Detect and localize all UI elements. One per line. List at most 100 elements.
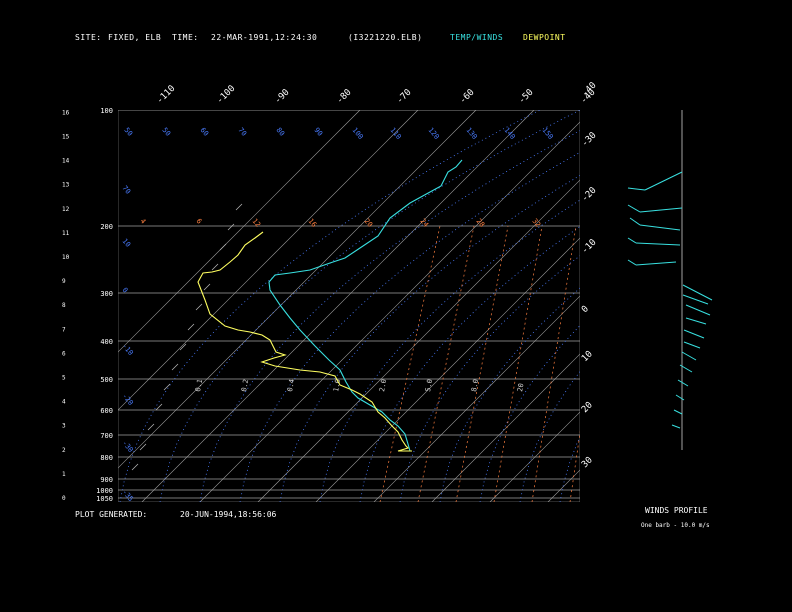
theta-label: 60: [198, 126, 210, 138]
grid-tick: [131, 463, 139, 471]
isotherm-line: [141, 110, 535, 502]
wind-barb: [635, 261, 677, 266]
top-temp-label: -110: [155, 84, 177, 106]
wind-barb: [671, 424, 681, 429]
pressure-label: 200: [100, 223, 113, 231]
isotherm-line: [431, 353, 580, 502]
mixing-ratio-label: 4: [138, 217, 147, 225]
wind-barb: [629, 217, 641, 226]
right-temp-label: 30: [580, 455, 595, 470]
theta-label: -20: [120, 392, 134, 407]
wind-barb: [639, 207, 683, 213]
wind-barb: [685, 304, 711, 316]
theta-label: 70: [120, 184, 132, 196]
pressure-label: 700: [100, 432, 113, 440]
dry-adiabat: [439, 287, 580, 502]
isotherm-line: [315, 237, 580, 502]
wind-profile: [627, 110, 713, 450]
theta-label: 100: [350, 126, 364, 141]
pressure-label: 600: [100, 407, 113, 415]
left-scale-label: 7: [62, 326, 66, 333]
label-layer: 0123456789101112131415161050100090080070…: [62, 81, 599, 503]
left-scale-label: 16: [62, 109, 70, 116]
theta-label: 150: [540, 126, 554, 141]
wind-barb: [627, 187, 646, 191]
theta-label: 90: [312, 126, 324, 138]
wind-barb: [635, 242, 681, 246]
isotherm-line: [118, 110, 477, 469]
wind-barb: [627, 237, 637, 244]
isotherm-line: [664, 110, 792, 502]
theta-label: 10: [120, 237, 132, 249]
mixing-ratio-label: 6: [194, 217, 203, 225]
theta-label: 110: [388, 126, 402, 141]
theta-label: 50: [122, 126, 134, 138]
grid-layer: [118, 110, 792, 502]
generated-label: PLOT GENERATED:: [75, 510, 148, 519]
left-scale-label: 3: [62, 423, 66, 430]
isotherm-line: [722, 110, 792, 502]
mixing-ratio-label: 5.0: [424, 378, 434, 392]
dry-adiabat: [319, 199, 580, 502]
grid-tick: [163, 383, 171, 391]
pressure-label: 300: [100, 290, 113, 298]
left-scale-label: 5: [62, 375, 66, 382]
left-scale-label: 12: [62, 206, 70, 213]
isotherm-line: [373, 295, 580, 502]
right-temp-label: -20: [580, 186, 599, 205]
theta-label: 130: [464, 126, 478, 141]
mixing-ratio-label: 0.1: [194, 378, 204, 392]
top-temp-label: -70: [395, 88, 414, 107]
wind-barb: [683, 329, 705, 339]
wind-barb: [627, 204, 641, 213]
isotherm-line: [489, 411, 580, 502]
theta-label: 140: [502, 126, 516, 141]
top-temp-label: -60: [458, 88, 477, 107]
grid-tick: [211, 263, 219, 271]
left-scale-label: 9: [62, 278, 66, 285]
theta-label: 50: [160, 126, 172, 138]
mixing-ratio-label: 24: [418, 217, 430, 229]
top-temp-label: -80: [335, 88, 354, 107]
top-temp-label: -100: [215, 84, 237, 106]
theta-label: -35: [120, 488, 134, 503]
left-scale-label: 0: [62, 495, 66, 502]
wind-barb: [683, 341, 701, 349]
dry-adiabat: [159, 110, 580, 502]
mixing-ratio-label: 16: [306, 217, 318, 229]
plot-frame: [118, 110, 580, 502]
mixing-ratio-label: 28: [474, 217, 486, 229]
pressure-label: 1000: [96, 487, 113, 495]
pressure-label: 500: [100, 376, 113, 384]
isotherm-line: [118, 110, 419, 411]
pressure-label: 400: [100, 338, 113, 346]
grid-tick: [171, 363, 179, 371]
dry-adiabat: [600, 110, 792, 502]
grid-tick: [219, 243, 227, 251]
left-scale-label: 14: [62, 158, 70, 165]
theta-label: 70: [236, 126, 248, 138]
winds-profile-title: WINDS PROFILE: [645, 506, 708, 515]
isotherm-line: [118, 110, 361, 353]
mixing-ratio-line: [417, 225, 475, 502]
pressure-label: 100: [100, 107, 113, 115]
dry-adiabat: [519, 370, 580, 502]
theta-label: 120: [426, 126, 440, 141]
wind-barb: [682, 284, 713, 301]
left-scale-label: 1: [62, 471, 66, 478]
mixing-ratio-line: [379, 225, 441, 502]
wind-barb: [639, 224, 681, 231]
theta-label: 80: [274, 126, 286, 138]
grid-tick: [227, 223, 235, 231]
grid-tick: [187, 323, 195, 331]
right-temp-label: 20: [580, 400, 595, 415]
mixing-ratio-label: 12: [250, 217, 262, 229]
mixing-ratio-label: 0.4: [286, 378, 296, 392]
wind-barb: [675, 394, 685, 401]
mixing-ratio-label: 32: [530, 217, 542, 229]
right-temp-label: -30: [580, 131, 599, 150]
temperature-line: [268, 159, 463, 452]
winds-note: One barb - 10.0 m/s: [641, 522, 710, 529]
wind-barb: [685, 317, 707, 325]
pressure-label: 900: [100, 476, 113, 484]
